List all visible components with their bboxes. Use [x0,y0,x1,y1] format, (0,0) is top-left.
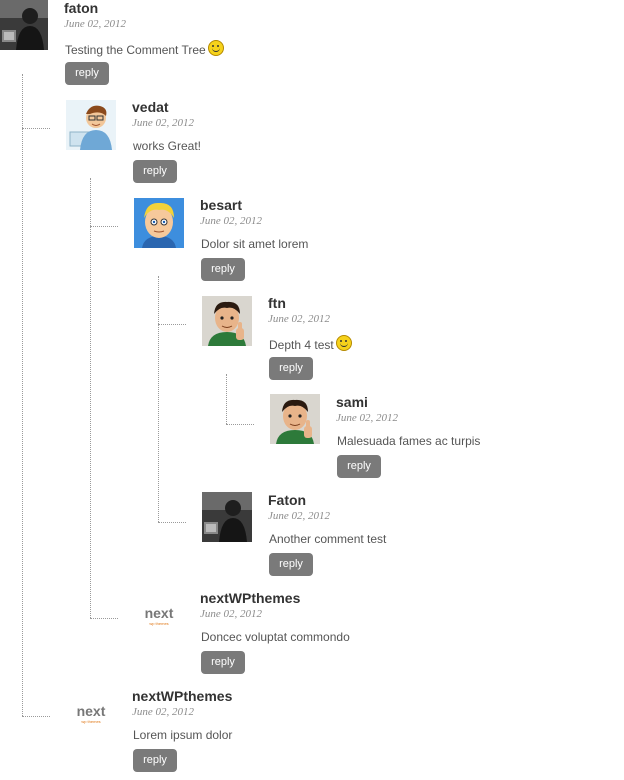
comment-date: June 02, 2012 [132,706,195,718]
cartoon-blonde-avatar [134,198,184,248]
comment-date: June 02, 2012 [64,18,127,30]
reply-button[interactable]: reply [201,651,245,674]
smiley-icon [207,40,224,56]
comment-date: June 02, 2012 [200,215,263,227]
cartoon-office-avatar [66,100,116,150]
comment-author[interactable]: faton [64,0,98,16]
thread-connector [22,716,50,717]
comment-text: Testing the Comment Tree [65,40,224,57]
reply-button[interactable]: reply [201,258,245,281]
comment-author[interactable]: nextWPthemes [132,688,232,704]
comment-author[interactable]: Faton [268,492,306,508]
cartoon-thumbs-up-avatar [270,394,320,444]
reply-button[interactable]: reply [133,160,177,183]
comment-text: Dolor sit amet lorem [201,237,309,251]
comment-date: June 02, 2012 [132,117,195,129]
comment-date: June 02, 2012 [200,608,263,620]
comment-author[interactable]: sami [336,394,368,410]
svg-text:wp themes: wp themes [149,621,168,626]
reply-button[interactable]: reply [65,62,109,85]
comment-author[interactable]: ftn [268,295,286,311]
thread-line [22,74,23,716]
thread-connector [158,324,186,325]
comment-author[interactable]: besart [200,197,242,213]
comment-text: Malesuada fames ac turpis [337,434,481,448]
comment-date: June 02, 2012 [268,313,331,325]
smiley-icon [335,335,352,351]
thread-connector [158,522,186,523]
next-logo: next wp themes [134,590,184,640]
comment-text-content: Testing the Comment Tree [65,43,206,57]
comment-text: works Great! [133,139,202,153]
thread-connector [90,226,118,227]
comment-date: June 02, 2012 [336,412,399,424]
comment-text: Another comment test [269,532,387,546]
photo-avatar [202,492,252,542]
comment-author[interactable]: vedat [132,99,169,115]
comment-text: Doncec voluptat commondo [201,630,350,644]
thread-line [158,276,159,522]
reply-button[interactable]: reply [269,553,313,576]
thread-connector [90,618,118,619]
thread-connector [22,128,50,129]
thread-line [90,178,91,618]
comment-text-content: Depth 4 test [269,338,334,352]
comment-date: June 02, 2012 [268,510,331,522]
svg-text:next: next [77,703,106,719]
photo-avatar [0,0,48,50]
reply-button[interactable]: reply [133,749,177,772]
reply-button[interactable]: reply [269,357,313,380]
cartoon-thumbs-up-avatar [202,296,252,346]
thread-line [226,374,227,424]
thread-connector [226,424,254,425]
svg-text:next: next [145,605,174,621]
reply-button[interactable]: reply [337,455,381,478]
next-logo: next wp themes [66,688,116,738]
comment-text: Depth 4 test [269,335,352,352]
svg-text:wp themes: wp themes [81,719,100,724]
comment-author[interactable]: nextWPthemes [200,590,300,606]
comment-text: Lorem ipsum dolor [133,728,233,742]
